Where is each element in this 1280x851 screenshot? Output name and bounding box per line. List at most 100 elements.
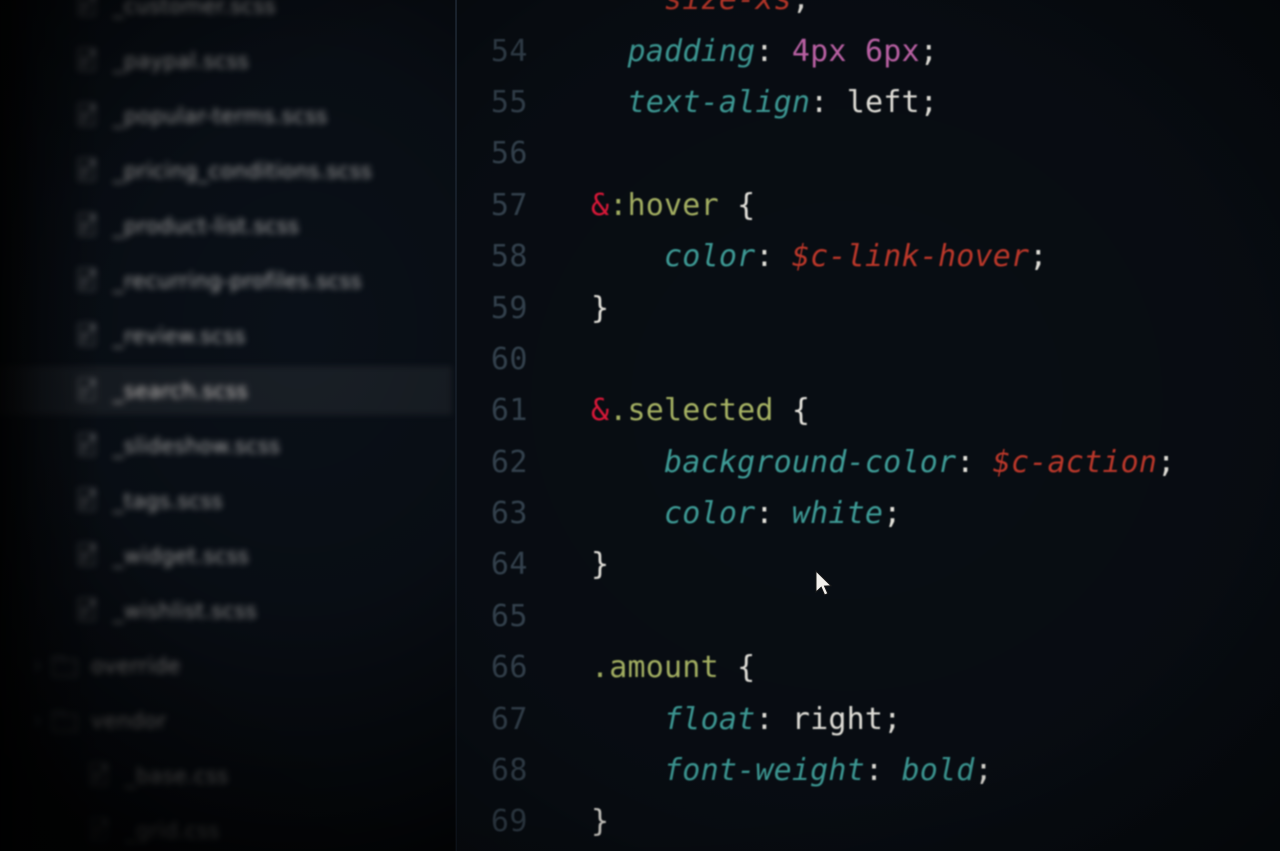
code-line-content: }	[545, 291, 1280, 326]
code-token: }	[591, 804, 610, 840]
code-line-content: font-weight: bold;	[545, 753, 1280, 788]
line-number: 66	[490, 650, 528, 686]
code-token: float	[664, 701, 756, 737]
file-icon	[78, 323, 97, 348]
code-line[interactable]: 57 &:hover {	[457, 180, 1280, 231]
code-token: ;	[1029, 239, 1048, 275]
code-token: :	[810, 84, 847, 120]
tree-item-label: _slideshow.scss	[113, 433, 281, 458]
file-icon	[90, 818, 109, 843]
code-token: &	[591, 187, 610, 223]
line-number: 68	[490, 753, 528, 789]
code-token: .amount	[591, 650, 719, 686]
file-icon	[90, 763, 109, 788]
code-line-content: color: white;	[545, 496, 1280, 531]
code-token: size-xs	[664, 0, 792, 17]
tree-item-product-list-scss[interactable]: _product-list.scss	[0, 198, 456, 253]
code-line[interactable]: 62 background-color: $c-action;	[457, 437, 1280, 488]
code-line[interactable]: 64}	[457, 539, 1280, 590]
code-token: }	[591, 290, 610, 326]
code-line[interactable]: 66 .amount {	[457, 642, 1280, 693]
code-line-content: color: $c-link-hover;	[545, 239, 1280, 274]
tree-item-slideshow-scss[interactable]: _slideshow.scss	[0, 418, 456, 473]
code-line[interactable]: 60	[457, 334, 1280, 385]
code-token: :	[956, 444, 993, 480]
tree-item-widget-scss[interactable]: _widget.scss	[0, 528, 456, 583]
file-icon	[78, 48, 97, 73]
code-line-content: &.selected {	[545, 393, 1280, 428]
tree-item-search-scss[interactable]: _search.scss	[0, 363, 456, 418]
tree-item-popular-terms-scss[interactable]: _popular-terms.scss	[0, 88, 456, 143]
file-icon	[78, 378, 97, 403]
code-line-content: text-align: left;	[545, 85, 1280, 120]
code-token: 4px 6px	[791, 33, 920, 69]
code-line-content: }	[545, 804, 1280, 839]
tree-item-vendor[interactable]: vendor	[0, 693, 456, 748]
tree-item-label: _search.scss	[113, 378, 248, 403]
code-line[interactable]: 56	[457, 128, 1280, 179]
tree-item-customer-scss[interactable]: _customer.scss	[0, 0, 456, 33]
tree-item-label: _wishlist.scss	[113, 598, 257, 623]
tree-item-paypal-scss[interactable]: _paypal.scss	[0, 33, 456, 88]
editor-window: _customer.scss _paypal.scss _popular-terms…	[0, 0, 1280, 851]
tree-item-label: _tags.scss	[113, 488, 223, 513]
tree-item-pricing-conditions-scss[interactable]: _pricing_conditions.scss	[0, 143, 456, 198]
file-icon	[78, 543, 97, 568]
tree-item-base-css[interactable]: _base.css	[0, 748, 456, 803]
code-line[interactable]: 65	[457, 591, 1280, 642]
code-token: }	[591, 547, 610, 583]
code-token: color	[664, 496, 756, 532]
code-line[interactable]: 58 color: $c-link-hover;	[457, 231, 1280, 282]
code-token: ;	[919, 84, 938, 120]
code-token: ;	[792, 0, 810, 17]
code-token: {	[718, 187, 756, 223]
code-line[interactable]: 68 font-weight: bold;	[457, 745, 1280, 796]
tree-item-label: vendor	[91, 708, 167, 733]
code-token: ;	[883, 701, 902, 737]
code-line[interactable]: 54 padding: 4px 6px;	[457, 25, 1280, 76]
code-token: $c-action	[992, 444, 1158, 480]
tree-item-override[interactable]: override	[0, 638, 456, 693]
code-token: .selected	[609, 393, 774, 429]
tree-item-label: _base.css	[125, 763, 229, 788]
code-token: &	[591, 393, 610, 429]
code-line[interactable]: 67 float: right;	[457, 693, 1280, 744]
code-token: ;	[974, 753, 993, 789]
line-number: 67	[490, 701, 528, 737]
tree-item-label: override	[91, 653, 181, 678]
tree-item-recurring-profiles-scss[interactable]: _recurring-profiles.scss	[0, 253, 456, 308]
code-line[interactable]: 61 &.selected {	[457, 385, 1280, 436]
code-line[interactable]: size-xs;	[457, 0, 1280, 25]
chevron-right-icon[interactable]	[28, 659, 42, 673]
code-line[interactable]: 55 text-align: left;	[457, 77, 1280, 128]
tree-item-tags-scss[interactable]: _tags.scss	[0, 473, 456, 528]
code-token: ;	[1157, 444, 1176, 480]
code-line[interactable]	[457, 848, 1280, 851]
code-editor-pane[interactable]: size-xs;54 padding: 4px 6px;55 text-alig…	[457, 0, 1280, 851]
tree-item-grid-css[interactable]: _grid.css	[0, 803, 456, 851]
file-icon	[78, 598, 97, 623]
code-token: :	[755, 496, 792, 532]
tree-item-review-scss[interactable]: _review.scss	[0, 308, 456, 363]
sidebar-file-tree[interactable]: _customer.scss _paypal.scss _popular-terms…	[0, 0, 456, 851]
line-number: 69	[490, 804, 528, 840]
code-line[interactable]: 59}	[457, 282, 1280, 333]
line-number: 55	[490, 84, 528, 120]
tree-item-wishlist-scss[interactable]: _wishlist.scss	[0, 583, 456, 638]
code-token: padding	[627, 33, 756, 69]
code-line[interactable]: 69}	[457, 796, 1280, 847]
chevron-right-icon[interactable]	[28, 714, 42, 728]
file-icon	[78, 488, 97, 513]
code-line-content: }	[545, 547, 1280, 582]
code-lines-container: size-xs;54 padding: 4px 6px;55 text-alig…	[457, 0, 1280, 851]
file-icon	[78, 213, 97, 238]
tree-item-label: _recurring-profiles.scss	[113, 268, 362, 293]
line-number: 60	[490, 341, 528, 377]
code-line[interactable]: 63 color: white;	[457, 488, 1280, 539]
line-number: 61	[490, 393, 528, 429]
tree-item-label: _popular-terms.scss	[113, 103, 328, 128]
tree-item-label: _grid.css	[125, 818, 220, 843]
folder-icon	[52, 655, 77, 677]
